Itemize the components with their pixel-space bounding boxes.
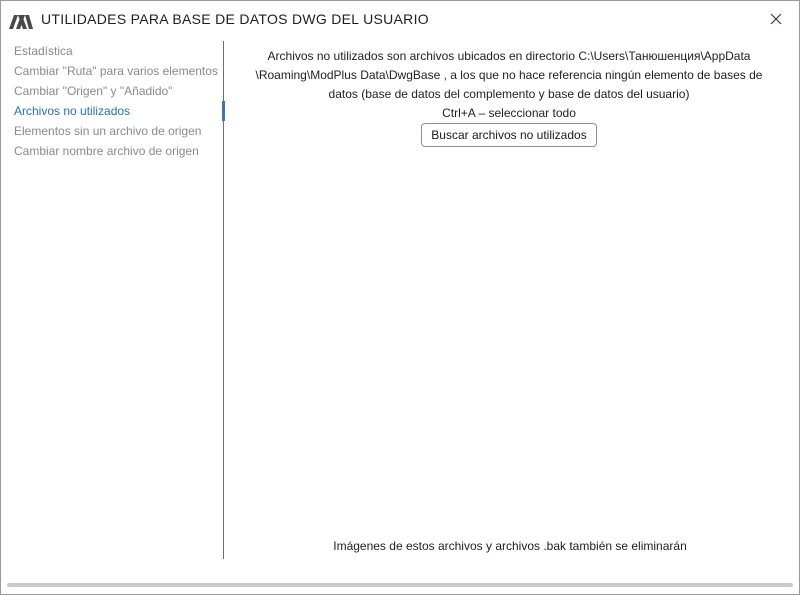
- horizontal-scrollbar[interactable]: [7, 583, 793, 587]
- sidebar-item-elementos-sin-archivo[interactable]: Elementos sin un archivo de origen: [1, 121, 223, 141]
- sidebar-divider: [223, 41, 224, 559]
- close-icon[interactable]: [767, 10, 785, 28]
- description-text: Archivos no utilizados son archivos ubic…: [231, 47, 787, 123]
- search-unused-files-button[interactable]: Buscar archivos no utilizados: [421, 123, 597, 147]
- description-line: \Roaming\ModPlus Data\DwgBase , a los qu…: [255, 68, 763, 82]
- hotkey-hint: Ctrl+A – seleccionar todo: [442, 106, 576, 120]
- title-bar: UTILIDADES PARA BASE DE DATOS DWG DEL US…: [1, 1, 799, 37]
- sidebar-nav: Estadística Cambiar "Ruta" para varios e…: [1, 41, 225, 559]
- sidebar-item-estadistica[interactable]: Estadística: [1, 41, 223, 61]
- footer-note: Imágenes de estos archivos y archivos .b…: [333, 539, 687, 553]
- description-line: Archivos no utilizados son archivos ubic…: [267, 49, 751, 63]
- window-title: UTILIDADES PARA BASE DE DATOS DWG DEL US…: [41, 11, 429, 27]
- sidebar-item-cambiar-nombre[interactable]: Cambiar nombre archivo de origen: [1, 141, 223, 161]
- dialog-window: UTILIDADES PARA BASE DE DATOS DWG DEL US…: [0, 0, 800, 595]
- sidebar-item-cambiar-ruta[interactable]: Cambiar "Ruta" para varios elementos: [1, 61, 223, 81]
- sidebar-item-cambiar-origen[interactable]: Cambiar "Origen" y "Añadido": [1, 81, 223, 101]
- sidebar-item-archivos-no-utilizados[interactable]: Archivos no utilizados: [1, 101, 225, 121]
- main-panel: Archivos no utilizados son archivos ubic…: [225, 41, 799, 559]
- description-line: datos (base de datos del complemento y b…: [328, 87, 690, 101]
- modplus-logo-icon: [9, 11, 33, 29]
